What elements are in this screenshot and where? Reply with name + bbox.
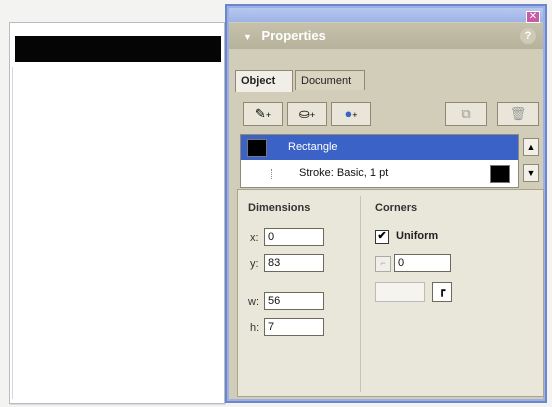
corners-title: Corners bbox=[375, 202, 418, 214]
y-label: y: bbox=[250, 258, 259, 270]
fill-bucket-icon: ⛀ bbox=[298, 106, 310, 121]
duplicate-icon: ⧉ bbox=[461, 106, 471, 121]
corner-preview-disabled bbox=[375, 282, 425, 302]
panel-title: Properties bbox=[261, 28, 326, 43]
tree-branch-icon bbox=[271, 169, 288, 179]
plus-icon: + bbox=[352, 110, 358, 120]
x-label: x: bbox=[250, 232, 259, 244]
tab-document[interactable]: Document bbox=[295, 70, 365, 90]
scroll-down-button[interactable]: ▼ bbox=[523, 164, 539, 182]
tab-object[interactable]: Object bbox=[235, 70, 293, 92]
add-fill-button[interactable]: ⛀+ bbox=[287, 102, 327, 126]
x-field[interactable]: 0 bbox=[264, 228, 324, 246]
stroke-color-swatch[interactable] bbox=[490, 165, 510, 183]
plus-icon: + bbox=[265, 110, 272, 120]
h-field[interactable]: 7 bbox=[264, 318, 324, 336]
list-item-label: Rectangle bbox=[288, 141, 338, 153]
uniform-label: Uniform bbox=[396, 230, 439, 242]
plus-icon: + bbox=[309, 110, 316, 120]
color-swatch bbox=[247, 139, 267, 157]
canvas-panel[interactable] bbox=[9, 22, 225, 404]
window-title-strip: ✕ bbox=[229, 8, 543, 23]
close-button[interactable]: ✕ bbox=[526, 11, 540, 23]
w-label: w: bbox=[248, 296, 259, 308]
h-label: h: bbox=[250, 322, 260, 334]
delete-button[interactable]: 🗑 bbox=[497, 102, 539, 126]
rectangle-shape[interactable] bbox=[15, 36, 221, 62]
add-effect-button[interactable]: ●+ bbox=[331, 102, 371, 126]
add-stroke-button[interactable]: ✎+ bbox=[243, 102, 283, 126]
properties-sections: Dimensions x: 0 y: 83 w: 56 h: 7 Corners… bbox=[237, 189, 544, 397]
list-scrollbar: ▲ ▼ bbox=[523, 134, 539, 186]
uniform-checkbox[interactable]: ✔ bbox=[375, 230, 389, 244]
corner-shape-button[interactable]: ┏ bbox=[432, 282, 452, 302]
corner-radius-icon: ⌐ bbox=[375, 256, 391, 272]
corner-radius-field[interactable]: 0 bbox=[394, 254, 451, 272]
duplicate-button[interactable]: ⧉ bbox=[445, 102, 487, 126]
w-field[interactable]: 56 bbox=[264, 292, 324, 310]
section-divider bbox=[360, 196, 361, 392]
stroke-pen-icon: ✎ bbox=[254, 106, 266, 121]
y-field[interactable]: 83 bbox=[264, 254, 324, 272]
scroll-up-button[interactable]: ▲ bbox=[523, 138, 539, 156]
triangle-down-icon[interactable]: ▼ bbox=[243, 24, 252, 50]
properties-panel-header[interactable]: ▼ Properties ? bbox=[229, 23, 543, 49]
object-toolbar: ✎+ ⛀+ ●+ ⧉ 🗑 bbox=[237, 102, 542, 128]
list-item-rectangle[interactable]: Rectangle bbox=[241, 135, 518, 160]
dimensions-title: Dimensions bbox=[248, 202, 311, 214]
delete-icon: 🗑 bbox=[509, 106, 527, 121]
properties-window: ✕ ▼ Properties ? Object Document ✎+ ⛀+ ●… bbox=[225, 4, 547, 403]
object-attribute-list: Rectangle Stroke: Basic, 1 pt bbox=[240, 134, 519, 188]
list-item-label: Stroke: Basic, 1 pt bbox=[299, 167, 389, 179]
list-item-stroke[interactable]: Stroke: Basic, 1 pt bbox=[241, 161, 518, 186]
help-icon[interactable]: ? bbox=[520, 28, 536, 44]
canvas-guide-line bbox=[12, 67, 13, 399]
